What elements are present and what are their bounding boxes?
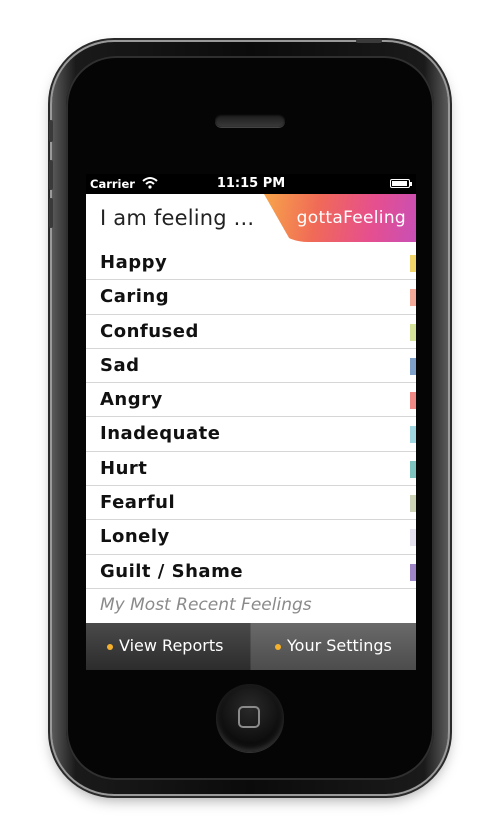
earpiece-speaker: [215, 114, 285, 127]
logo-text: gottaFeeling: [296, 208, 406, 228]
recent-feelings-label: My Most Recent Feelings: [100, 595, 312, 615]
app-header: I am feeling ... gottaFeeling: [86, 194, 416, 242]
feelings-list: Happy Caring Confused Sad Angry Inadequate Hur…: [86, 246, 416, 589]
recent-feelings-link[interactable]: My Most Recent Feelings: [86, 589, 416, 623]
feeling-color-tab: [410, 392, 416, 410]
feeling-label: Sad: [100, 354, 140, 376]
app-logo: gottaFeeling: [264, 194, 416, 242]
feeling-color-tab: [410, 460, 416, 478]
volume-up-button: [49, 160, 53, 190]
feeling-label: Confused: [100, 320, 199, 342]
feeling-color-tab: [410, 255, 416, 272]
feeling-row[interactable]: Inadequate: [86, 417, 416, 452]
your-settings-label: Your Settings: [287, 636, 392, 655]
feeling-label: Hurt: [100, 457, 148, 479]
view-reports-button[interactable]: View Reports: [86, 623, 250, 670]
home-square-icon: [238, 706, 260, 728]
tab-bar: View Reports Your Settings: [86, 623, 416, 670]
feeling-row[interactable]: Sad: [86, 349, 416, 384]
feeling-color-tab: [410, 357, 416, 375]
feeling-label: Fearful: [100, 492, 176, 514]
feeling-label: Happy: [100, 252, 168, 273]
feeling-row[interactable]: Lonely: [86, 520, 416, 555]
status-time: 11:15 PM: [216, 176, 286, 191]
feeling-row[interactable]: Guilt / Shame: [86, 555, 416, 589]
volume-down-button: [49, 198, 53, 228]
feeling-label: Lonely: [100, 526, 170, 548]
feeling-label: Guilt / Shame: [100, 560, 244, 582]
view-reports-label: View Reports: [119, 636, 224, 655]
feeling-color-tab: [410, 426, 416, 444]
feeling-color-tab: [410, 495, 416, 513]
feeling-color-tab: [410, 323, 416, 341]
feeling-row[interactable]: Fearful: [86, 486, 416, 521]
feeling-row[interactable]: Caring: [86, 280, 416, 315]
feeling-label: Inadequate: [100, 423, 221, 445]
your-settings-button[interactable]: Your Settings: [251, 623, 416, 670]
feeling-row[interactable]: Happy: [86, 246, 416, 281]
home-button[interactable]: [216, 684, 284, 752]
app-screen: Carrier 11:15 PM I am feeling ... gottaF…: [86, 174, 416, 670]
page-title: I am feeling ...: [100, 206, 255, 230]
feeling-color-tab: [410, 529, 416, 547]
battery-icon: [390, 179, 412, 188]
feeling-label: Caring: [100, 286, 170, 308]
feeling-color-tab: [410, 563, 416, 581]
feeling-row[interactable]: Hurt: [86, 452, 416, 487]
feeling-row[interactable]: Confused: [86, 315, 416, 349]
status-bar: Carrier 11:15 PM: [86, 174, 416, 194]
sleep-button: [356, 39, 382, 43]
feeling-row[interactable]: Angry: [86, 383, 416, 418]
feeling-label: Angry: [100, 389, 163, 411]
feeling-color-tab: [410, 289, 416, 307]
bullet-dot-icon: [275, 644, 281, 650]
ringer-switch: [49, 120, 53, 142]
bullet-dot-icon: [107, 644, 113, 650]
